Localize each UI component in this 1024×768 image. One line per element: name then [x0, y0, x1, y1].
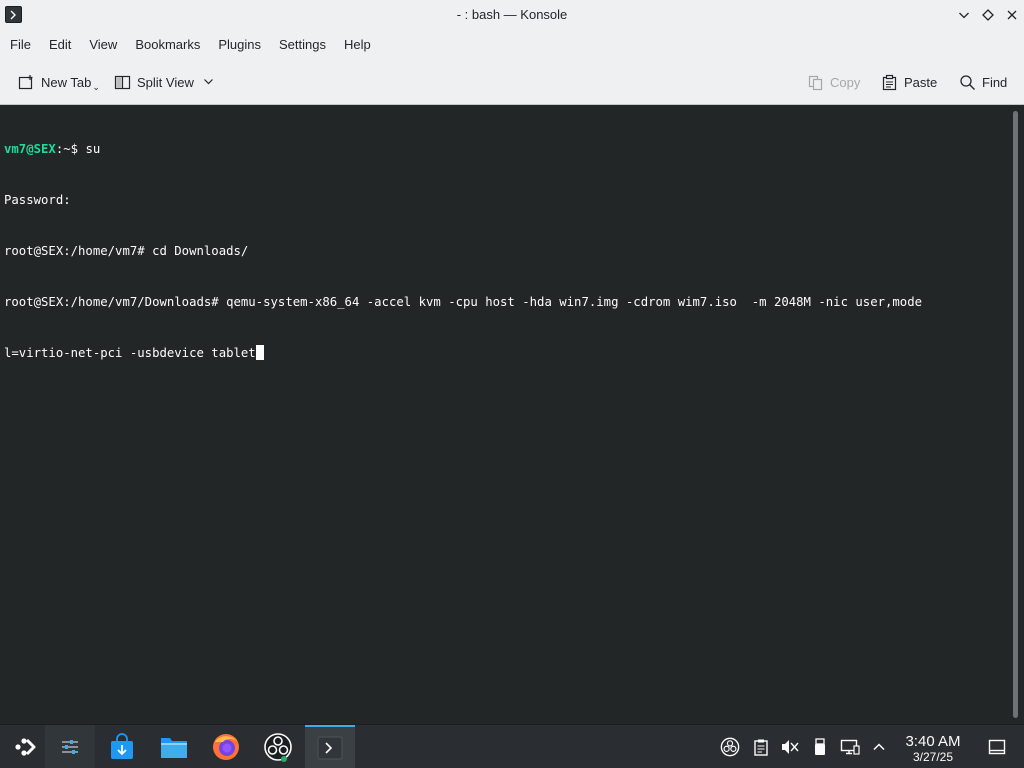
- discover-store-icon: [111, 733, 133, 759]
- taskbar-discover[interactable]: [97, 725, 147, 768]
- dolphin-file-manager-icon: [161, 738, 187, 758]
- clock-date: 3/27/25: [912, 750, 954, 764]
- maximize-button[interactable]: [976, 0, 1000, 30]
- window-title: - : bash — Konsole: [456, 7, 568, 22]
- taskbar-obs-studio[interactable]: [253, 725, 303, 768]
- split-view-button[interactable]: Split View: [113, 70, 214, 94]
- split-view-label: Split View: [137, 74, 194, 90]
- search-icon: [958, 73, 976, 91]
- show-desktop-icon[interactable]: [987, 737, 1007, 757]
- text-cursor: [255, 345, 264, 360]
- prompt-user-host: vm7@SEX: [4, 142, 56, 156]
- toolbar: New Tab ⌄ Split View Copy Paste Find: [0, 58, 1024, 105]
- command-continuation: l=virtio-net-pci -usbdevice tablet: [4, 346, 256, 360]
- terminal-scrollbar[interactable]: [1013, 111, 1018, 718]
- terminal-line: root@SEX:/home/vm7/Downloads# qemu-syste…: [4, 295, 923, 309]
- chevron-down-icon: [959, 12, 969, 19]
- obs-studio-icon: [264, 733, 292, 762]
- clock-time: 3:40 AM: [905, 733, 961, 750]
- taskbar-dolphin[interactable]: [149, 725, 199, 768]
- minimize-button[interactable]: [952, 0, 976, 30]
- chevron-up-icon[interactable]: [869, 737, 889, 757]
- obs-tray-icon[interactable]: [720, 737, 740, 757]
- konsole-icon: [317, 736, 343, 760]
- copy-icon: [806, 73, 824, 91]
- network-wired-icon[interactable]: [840, 737, 860, 757]
- menu-edit[interactable]: Edit: [41, 30, 79, 58]
- terminal-output: vm7@SEX:~$ su Password: root@SEX:/home/v…: [4, 107, 922, 396]
- close-button[interactable]: [1000, 0, 1024, 30]
- prompt-command: :~$ su: [55, 142, 101, 156]
- application-launcher-button[interactable]: [0, 725, 50, 768]
- terminal-view[interactable]: vm7@SEX:~$ su Password: root@SEX:/home/v…: [0, 105, 1024, 724]
- menu-settings[interactable]: Settings: [271, 30, 334, 58]
- new-tab-icon: [17, 73, 35, 91]
- terminal-line-current: l=virtio-net-pci -usbdevice tablet: [4, 345, 922, 362]
- close-icon: [1007, 10, 1017, 20]
- menu-view[interactable]: View: [81, 30, 125, 58]
- taskbar-system-settings[interactable]: [45, 725, 95, 768]
- menu-help[interactable]: Help: [336, 30, 379, 58]
- volume-muted-icon[interactable]: [780, 737, 800, 757]
- terminal-line: Password:: [4, 193, 71, 207]
- menu-plugins[interactable]: Plugins: [210, 30, 269, 58]
- menu-bookmarks[interactable]: Bookmarks: [127, 30, 208, 58]
- menu-file[interactable]: File: [2, 30, 39, 58]
- terminal-line: vm7@SEX:~$ su: [4, 141, 922, 158]
- taskbar-firefox[interactable]: [201, 725, 251, 768]
- taskbar-konsole[interactable]: [305, 725, 355, 768]
- window-titlebar[interactable]: - : bash — Konsole: [0, 0, 1024, 30]
- system-settings-icon: [58, 736, 82, 758]
- terminal-line: root@SEX:/home/vm7# cd Downloads/: [4, 244, 249, 258]
- split-view-icon: [113, 73, 131, 91]
- clipboard-icon[interactable]: [751, 737, 771, 757]
- copy-label: Copy: [830, 74, 861, 90]
- copy-button[interactable]: Copy: [806, 70, 860, 94]
- find-button[interactable]: Find: [958, 70, 1007, 94]
- paste-button[interactable]: Paste: [880, 70, 937, 94]
- menu-bar: File Edit View Bookmarks Plugins Setting…: [0, 30, 1024, 58]
- taskbar: 3:40 AM 3/27/25: [0, 724, 1024, 768]
- chevron-down-icon[interactable]: [203, 75, 214, 90]
- diamond-icon: [982, 9, 994, 21]
- application-launcher-icon: [15, 738, 36, 756]
- new-tab-label: New Tab: [41, 74, 92, 90]
- paste-label: Paste: [904, 74, 938, 90]
- new-tab-button[interactable]: New Tab ⌄: [17, 70, 100, 94]
- find-label: Find: [982, 74, 1008, 90]
- dropdown-indicator-icon: ⌄: [92, 81, 100, 92]
- paste-icon: [880, 73, 898, 91]
- digital-clock[interactable]: 3:40 AM 3/27/25: [898, 733, 968, 764]
- usb-device-icon[interactable]: [810, 737, 830, 757]
- firefox-icon: [213, 734, 239, 760]
